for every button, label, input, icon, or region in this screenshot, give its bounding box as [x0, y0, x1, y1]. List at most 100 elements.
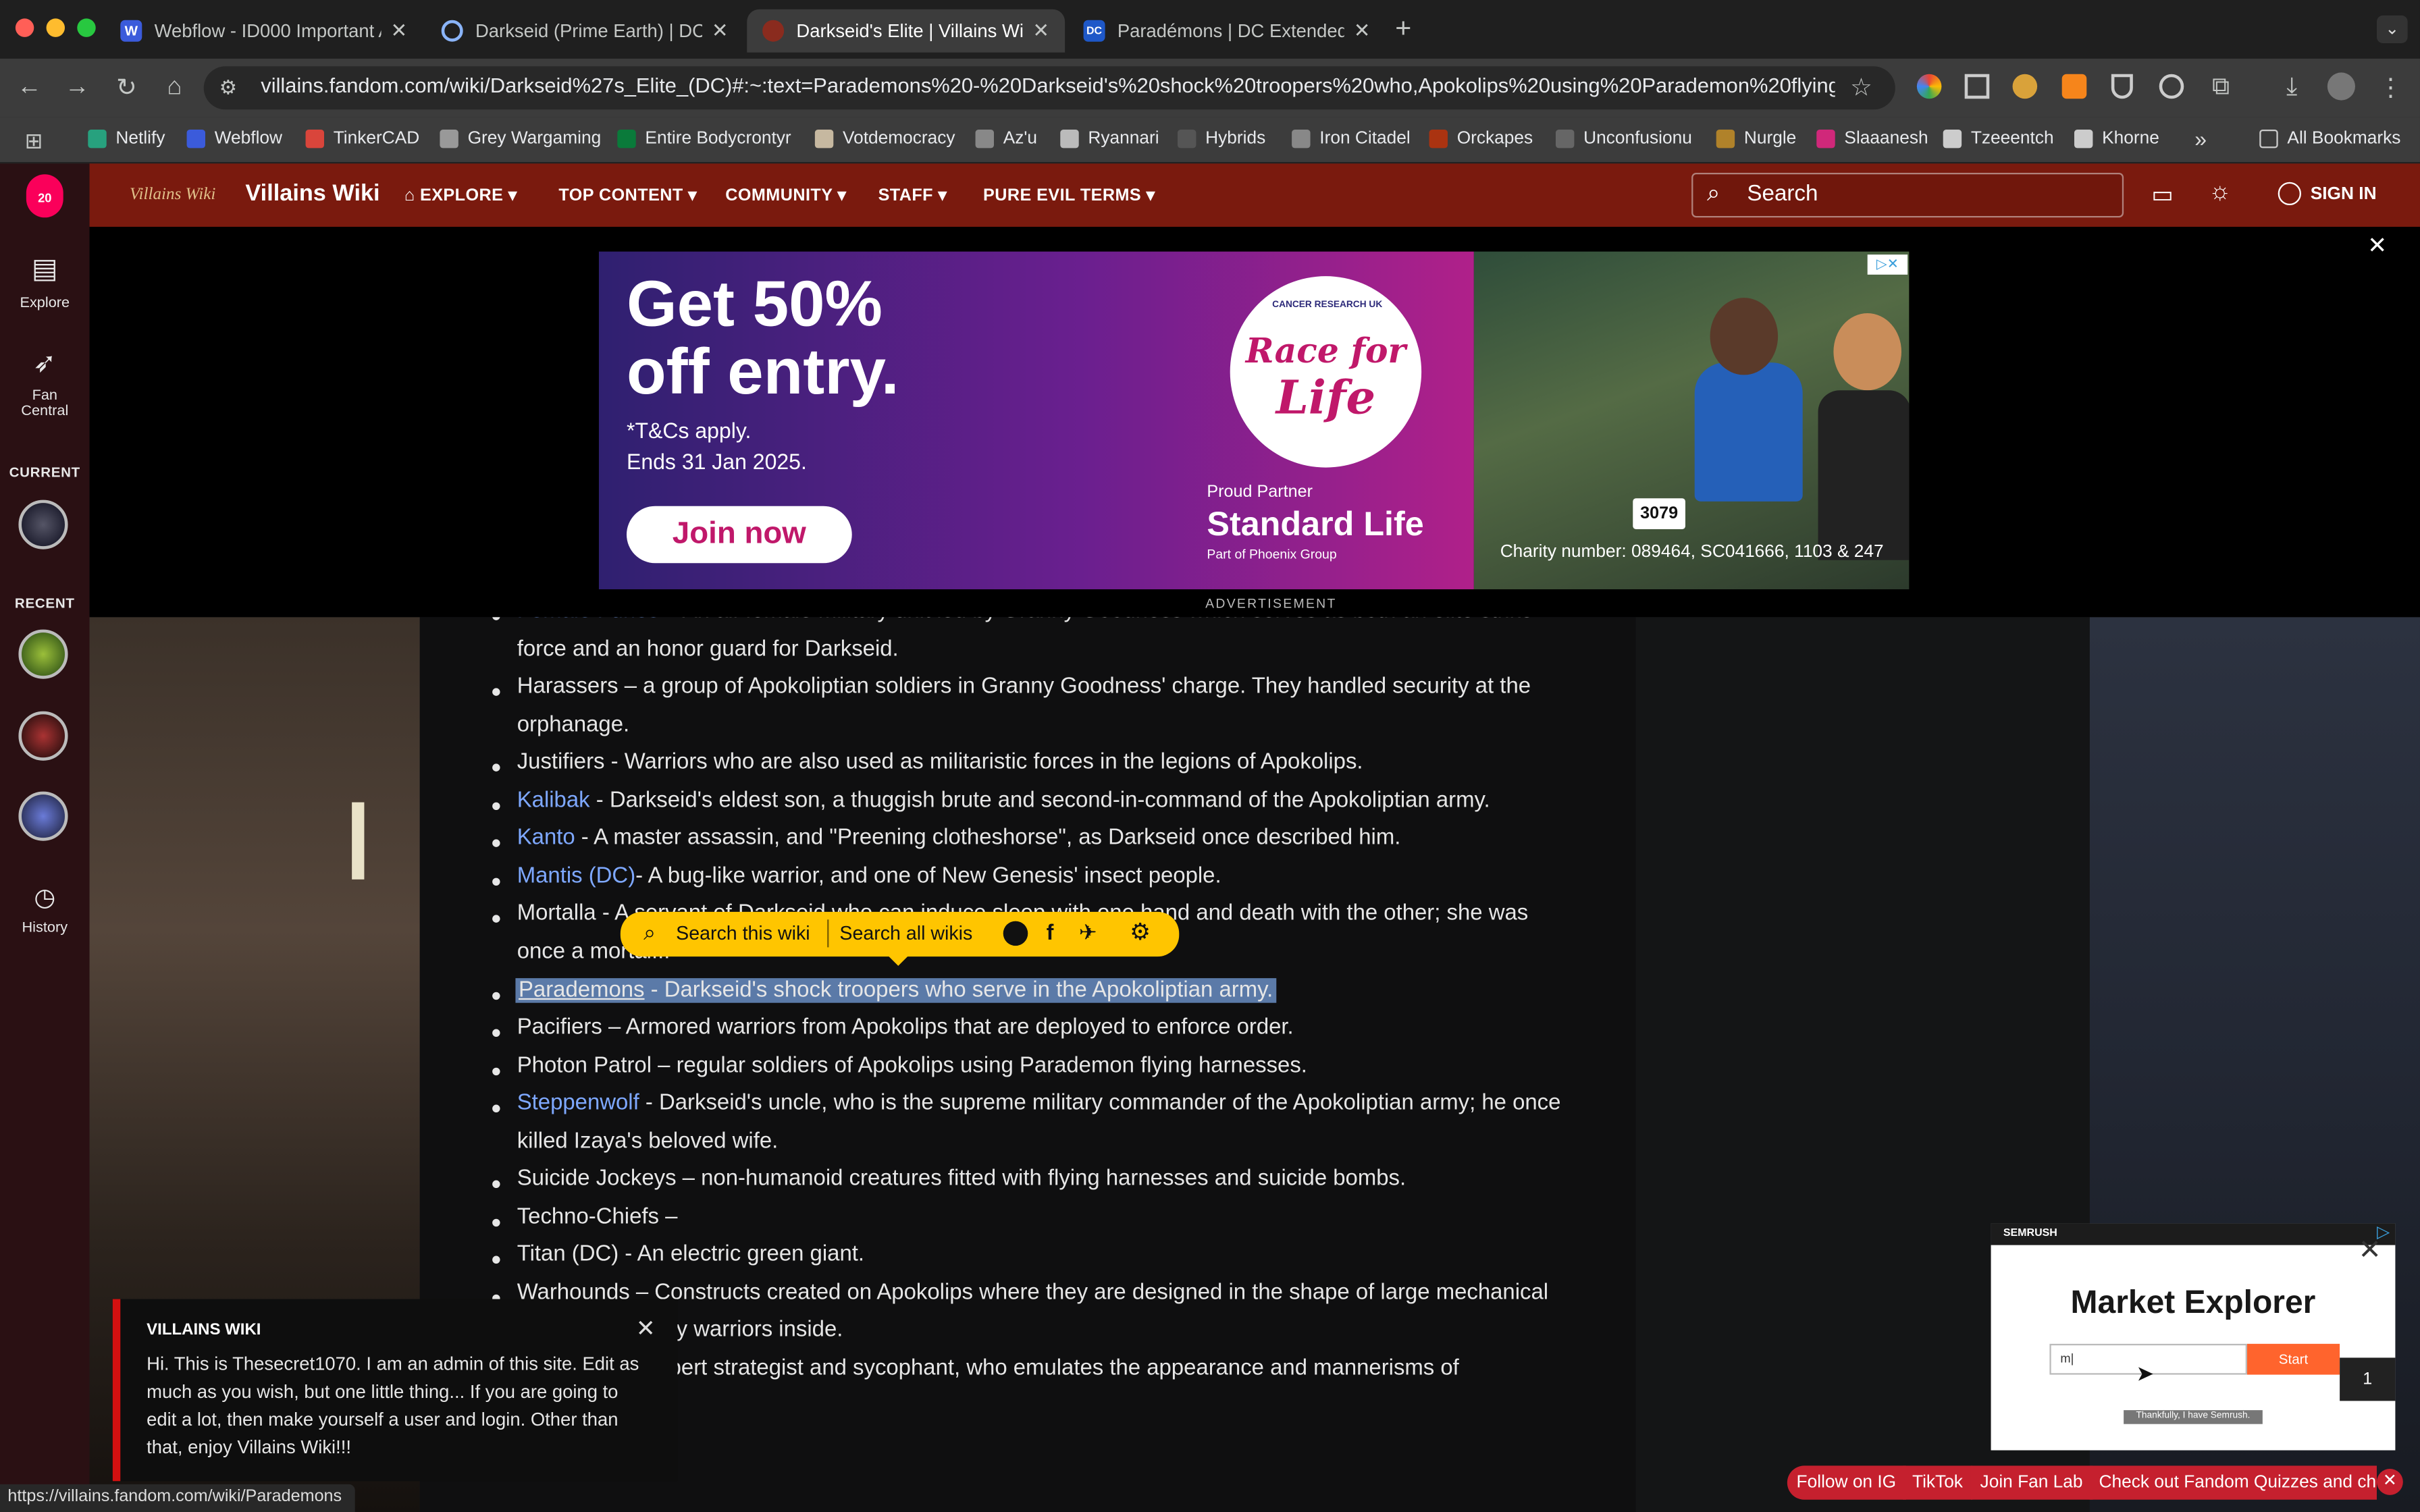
article-link[interactable]: Kalibak [517, 788, 590, 813]
join-fan-lab-button[interactable]: Join Fan Lab [1970, 1465, 2093, 1500]
recent-wiki-avatar-3[interactable] [18, 791, 68, 841]
discussions-icon[interactable]: ▭ [2151, 180, 2173, 209]
extension-qr-icon[interactable] [1964, 74, 1990, 99]
bookmark-az-u[interactable]: Az'u [975, 129, 1037, 148]
bookmark-votdemocracy[interactable]: Votdemocracy [814, 129, 955, 148]
list-text: - A master assassin, and "Preening cloth… [575, 826, 1401, 851]
close-semrush-ad-icon[interactable]: ✕ [2359, 1235, 2382, 1267]
extension-user-icon[interactable] [2012, 74, 2038, 99]
bookmark-hybrids[interactable]: Hybrids [1177, 129, 1265, 148]
bookmark-tinkercad[interactable]: TinkerCAD [305, 129, 419, 148]
user-icon[interactable] [2278, 182, 2301, 205]
rail-explore-label[interactable]: Explore [0, 295, 90, 312]
article-link[interactable]: Kanto [517, 826, 575, 851]
fandom-logo-icon[interactable]: 20 [26, 174, 63, 218]
history-clock-icon[interactable]: ◷ [0, 882, 90, 913]
close-tab-icon[interactable]: ✕ [712, 18, 729, 43]
download-icon[interactable]: ⤓ [2275, 71, 2309, 105]
browser-tab-webflow[interactable]: W Webflow - ID000 Important A ✕ [105, 9, 423, 53]
bookmark-khorne[interactable]: Khorne [2074, 129, 2159, 148]
new-tab-button[interactable]: + [1395, 12, 1411, 45]
apps-grid-icon[interactable]: ⊞ [25, 128, 43, 155]
rail-history-label[interactable]: History [0, 919, 90, 936]
forward-arrow-icon[interactable]: → [60, 71, 94, 105]
semrush-start-button[interactable]: Start [2246, 1343, 2340, 1375]
recent-wiki-avatar-2[interactable] [18, 711, 68, 761]
shield-icon[interactable] [2111, 74, 2133, 99]
bookmark-unconfusionu[interactable]: Unconfusionu [1555, 129, 1692, 148]
bookmark-label: Tzeeentch [1970, 129, 2054, 148]
nav-top-content[interactable]: TOP CONTENT ▾ [558, 185, 697, 205]
rocket-icon[interactable]: ➶ [0, 347, 90, 379]
runner-shirt-art-2 [1818, 390, 1910, 560]
close-tab-icon[interactable]: ✕ [390, 18, 407, 43]
bookmark-tzeeentch[interactable]: Tzeeentch [1943, 129, 2054, 148]
sign-in-link[interactable]: SIGN IN [2311, 185, 2377, 203]
bookmark-label: Nurgle [1743, 129, 1797, 148]
nav-staff[interactable]: STAFF ▾ [878, 185, 947, 205]
search-all-wikis-button[interactable]: Search all wikis [839, 923, 972, 944]
more-bookmarks-button[interactable]: » [2194, 126, 2207, 151]
fandom-quizzes-button[interactable]: Check out Fandom Quizzes and cha [2089, 1465, 2377, 1500]
browser-tab-parademons[interactable]: DC Paradémons | DC Extended U ✕ [1068, 9, 1386, 53]
current-wiki-avatar[interactable] [18, 500, 68, 549]
tiktok-button[interactable]: TikTok [1903, 1465, 1972, 1500]
url-text[interactable]: villains.fandom.com/wiki/Darkseid%27s_El… [261, 74, 1835, 97]
rail-fan-central-label[interactable]: Fan Central [0, 388, 90, 420]
reddit-icon[interactable] [1003, 921, 1028, 946]
adchoices-icon[interactable]: ▷✕ [1867, 254, 1908, 275]
extension-color-icon[interactable] [1916, 74, 1942, 99]
extensions-puzzle-icon[interactable]: ⧉ [2204, 71, 2238, 105]
tab-search-chevron-icon[interactable]: ⌄ [2376, 15, 2408, 43]
recent-wiki-avatar-1[interactable] [18, 629, 68, 679]
twitter-icon[interactable]: ✈ [1079, 919, 1097, 946]
browser-tab-darkseid-prime[interactable]: Darkseid (Prime Earth) | DC D ✕ [426, 9, 744, 53]
bookmark-ryannari[interactable]: Ryannari [1060, 129, 1159, 148]
home-icon[interactable]: ⌂ [157, 71, 191, 105]
advertisement-race-for-life[interactable]: 3079 Get 50% off entry. *T&Cs apply. End… [598, 251, 1910, 590]
profile-avatar[interactable] [2327, 72, 2355, 101]
bookmark-slaaanesh[interactable]: Slaaanesh [1816, 129, 1928, 148]
maximize-window-button[interactable] [77, 18, 96, 37]
close-pills-icon[interactable]: ✕ [2376, 1468, 2403, 1495]
theme-sun-icon[interactable]: ☼ [2209, 179, 2232, 207]
close-window-button[interactable] [15, 18, 34, 37]
all-bookmarks-button[interactable]: All Bookmarks [2259, 129, 2400, 148]
join-now-button[interactable]: Join now [626, 506, 852, 564]
wiki-name[interactable]: Villains Wiki [245, 180, 379, 207]
follow-on-ig-button[interactable]: Follow on IG [1787, 1465, 1905, 1500]
minimize-window-button[interactable] [46, 18, 65, 37]
site-info-icon[interactable]: ⚙ [219, 76, 238, 101]
close-tab-icon[interactable]: ✕ [1032, 18, 1049, 43]
nav-explore[interactable]: ⌂ EXPLORE ▾ [404, 185, 517, 205]
close-ad-icon[interactable]: ✕ [2367, 232, 2387, 259]
explore-icon[interactable]: ▤ [0, 253, 90, 286]
article-link[interactable]: Mantis (DC) [517, 864, 635, 889]
bookmark-label: Ryannari [1088, 129, 1159, 148]
reload-icon[interactable]: ↻ [109, 71, 143, 105]
close-tab-icon[interactable]: ✕ [1354, 18, 1371, 43]
bookmark-orckapes[interactable]: Orckapes [1429, 129, 1533, 148]
bookmark-netlify[interactable]: Netlify [88, 129, 165, 148]
bookmark-webflow[interactable]: Webflow [186, 129, 282, 148]
extension-camera-icon[interactable] [2159, 74, 2184, 99]
bookmark-nurgle[interactable]: Nurgle [1716, 129, 1797, 148]
bookmark-grey-wargaming[interactable]: Grey Wargaming [440, 129, 601, 148]
bookmark-star-icon[interactable]: ☆ [1844, 71, 1878, 105]
wiki-logo[interactable]: Villains Wiki [130, 185, 215, 203]
browser-tab-darkseids-elite[interactable]: Darkseid's Elite | Villains Wiki ✕ [747, 9, 1066, 53]
nav-pure-evil-terms[interactable]: PURE EVIL TERMS ▾ [983, 185, 1155, 205]
settings-gear-icon[interactable]: ⚙ [1130, 918, 1151, 946]
close-notification-icon[interactable]: ✕ [636, 1314, 656, 1343]
browser-menu-icon[interactable]: ⋮ [2373, 71, 2407, 105]
back-arrow-icon[interactable]: ← [12, 71, 46, 105]
article-link[interactable]: Parademons [519, 977, 645, 1002]
bookmark-entire-bodycrontyr[interactable]: Entire Bodycrontyr [617, 129, 791, 148]
facebook-icon[interactable]: f [1047, 919, 1054, 944]
nav-community[interactable]: COMMUNITY ▾ [725, 185, 846, 205]
search-icon: ⌕ [643, 919, 656, 944]
bookmark-iron-citadel[interactable]: Iron Citadel [1292, 129, 1411, 148]
search-this-wiki-button[interactable]: Search this wiki [676, 923, 810, 944]
metamask-icon[interactable] [2061, 74, 2087, 99]
article-link[interactable]: Steppenwolf [517, 1091, 639, 1116]
